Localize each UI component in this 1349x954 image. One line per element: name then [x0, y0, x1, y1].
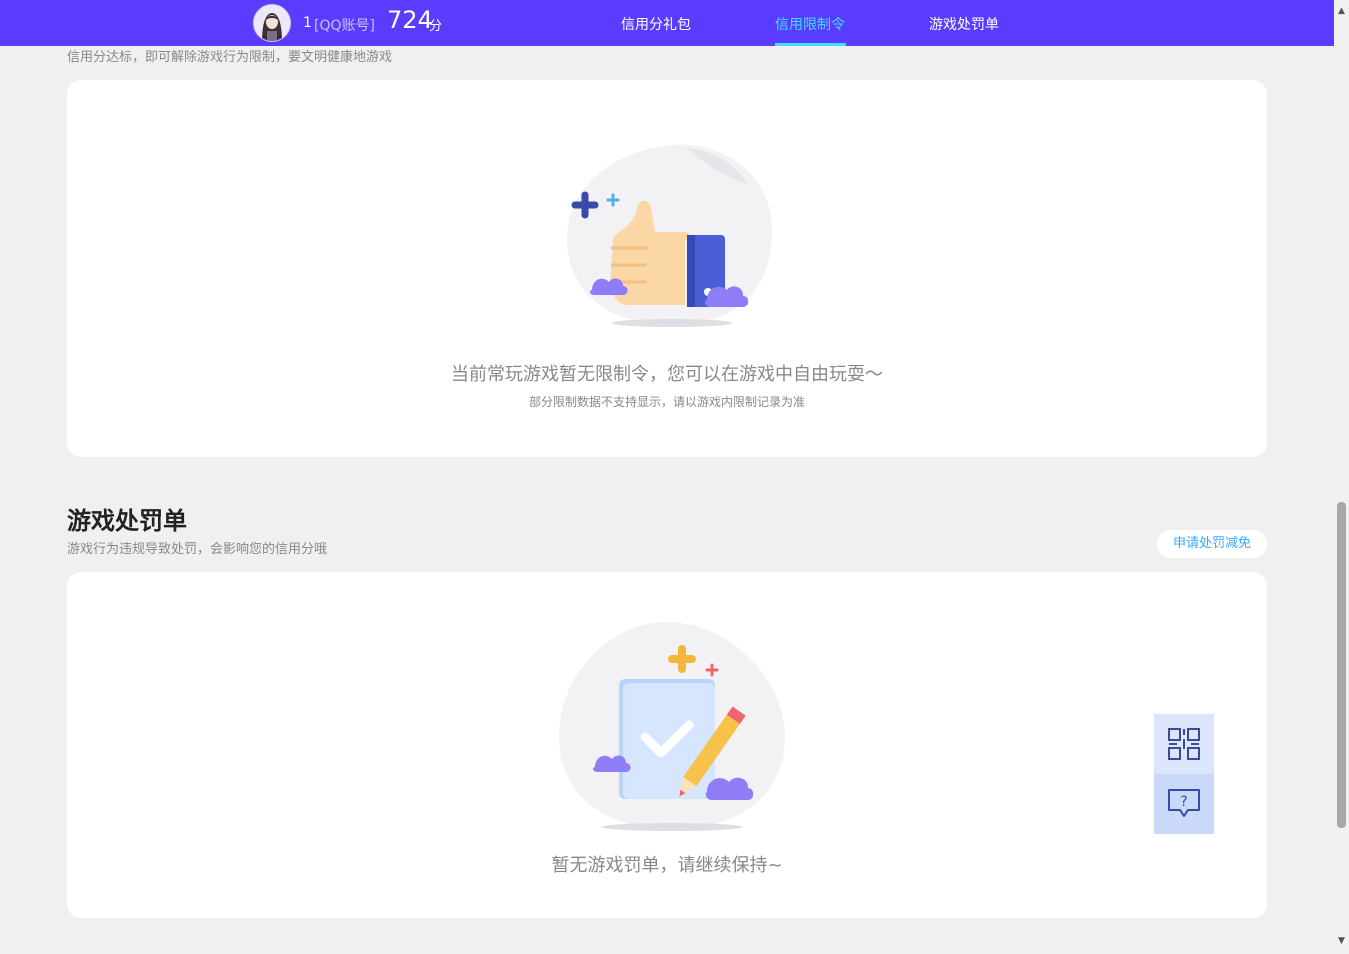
qrcode-icon — [1168, 728, 1200, 760]
scroll-up-arrow-icon[interactable]: ▲ — [1338, 6, 1345, 16]
restriction-empty-message: 当前常玩游戏暂无限制令，您可以在游戏中自由玩耍～ — [451, 364, 883, 385]
svg-text:?: ? — [1180, 794, 1187, 810]
penalty-description: 游戏行为违规导致处罚，会影响您的信用分哦 — [67, 542, 328, 557]
top-nav-bar: 1 [QQ账号] 724 分 信用分礼包 信用限制令 游戏处罚单 — [0, 0, 1334, 46]
restriction-empty-note: 部分限制数据不支持显示，请以游戏内限制记录为准 — [528, 395, 805, 409]
tab-credit-gift[interactable]: 信用分礼包 — [621, 14, 691, 34]
restriction-description: 信用分达标，即可解除游戏行为限制，要文明健康地游戏 — [67, 50, 393, 65]
help-chat-icon: ? — [1168, 789, 1200, 817]
qrcode-button[interactable] — [1154, 714, 1214, 774]
active-tab-indicator — [775, 43, 846, 46]
penalty-section-title: 游戏处罚单 — [67, 507, 187, 535]
penalty-empty-message: 暂无游戏罚单，请继续保持~ — [551, 855, 783, 876]
account-type-label: [QQ账号] — [314, 18, 375, 34]
scroll-down-arrow-icon[interactable]: ▼ — [1338, 936, 1345, 946]
floating-action-panel: ? — [1154, 714, 1214, 834]
tab-credit-restriction[interactable]: 信用限制令 — [775, 14, 845, 34]
user-id: 1 — [303, 15, 312, 31]
scrollbar-thumb[interactable] — [1337, 502, 1346, 828]
avatar[interactable] — [253, 4, 291, 42]
penalty-card: 暂无游戏罚单，请继续保持~ — [67, 572, 1267, 918]
tab-game-penalty[interactable]: 游戏处罚单 — [929, 14, 999, 34]
restriction-card: 当前常玩游戏暂无限制令，您可以在游戏中自由玩耍～ 部分限制数据不支持显示，请以游… — [67, 80, 1267, 457]
apply-penalty-waiver-button[interactable]: 申请处罚减免 — [1157, 530, 1267, 558]
thumbs-up-illustration — [567, 144, 772, 327]
credit-score-unit: 分 — [429, 19, 443, 34]
clipboard-check-illustration — [559, 622, 785, 831]
help-button[interactable]: ? — [1154, 774, 1214, 834]
credit-score: 724 — [387, 6, 433, 34]
avatar-image — [254, 5, 290, 41]
